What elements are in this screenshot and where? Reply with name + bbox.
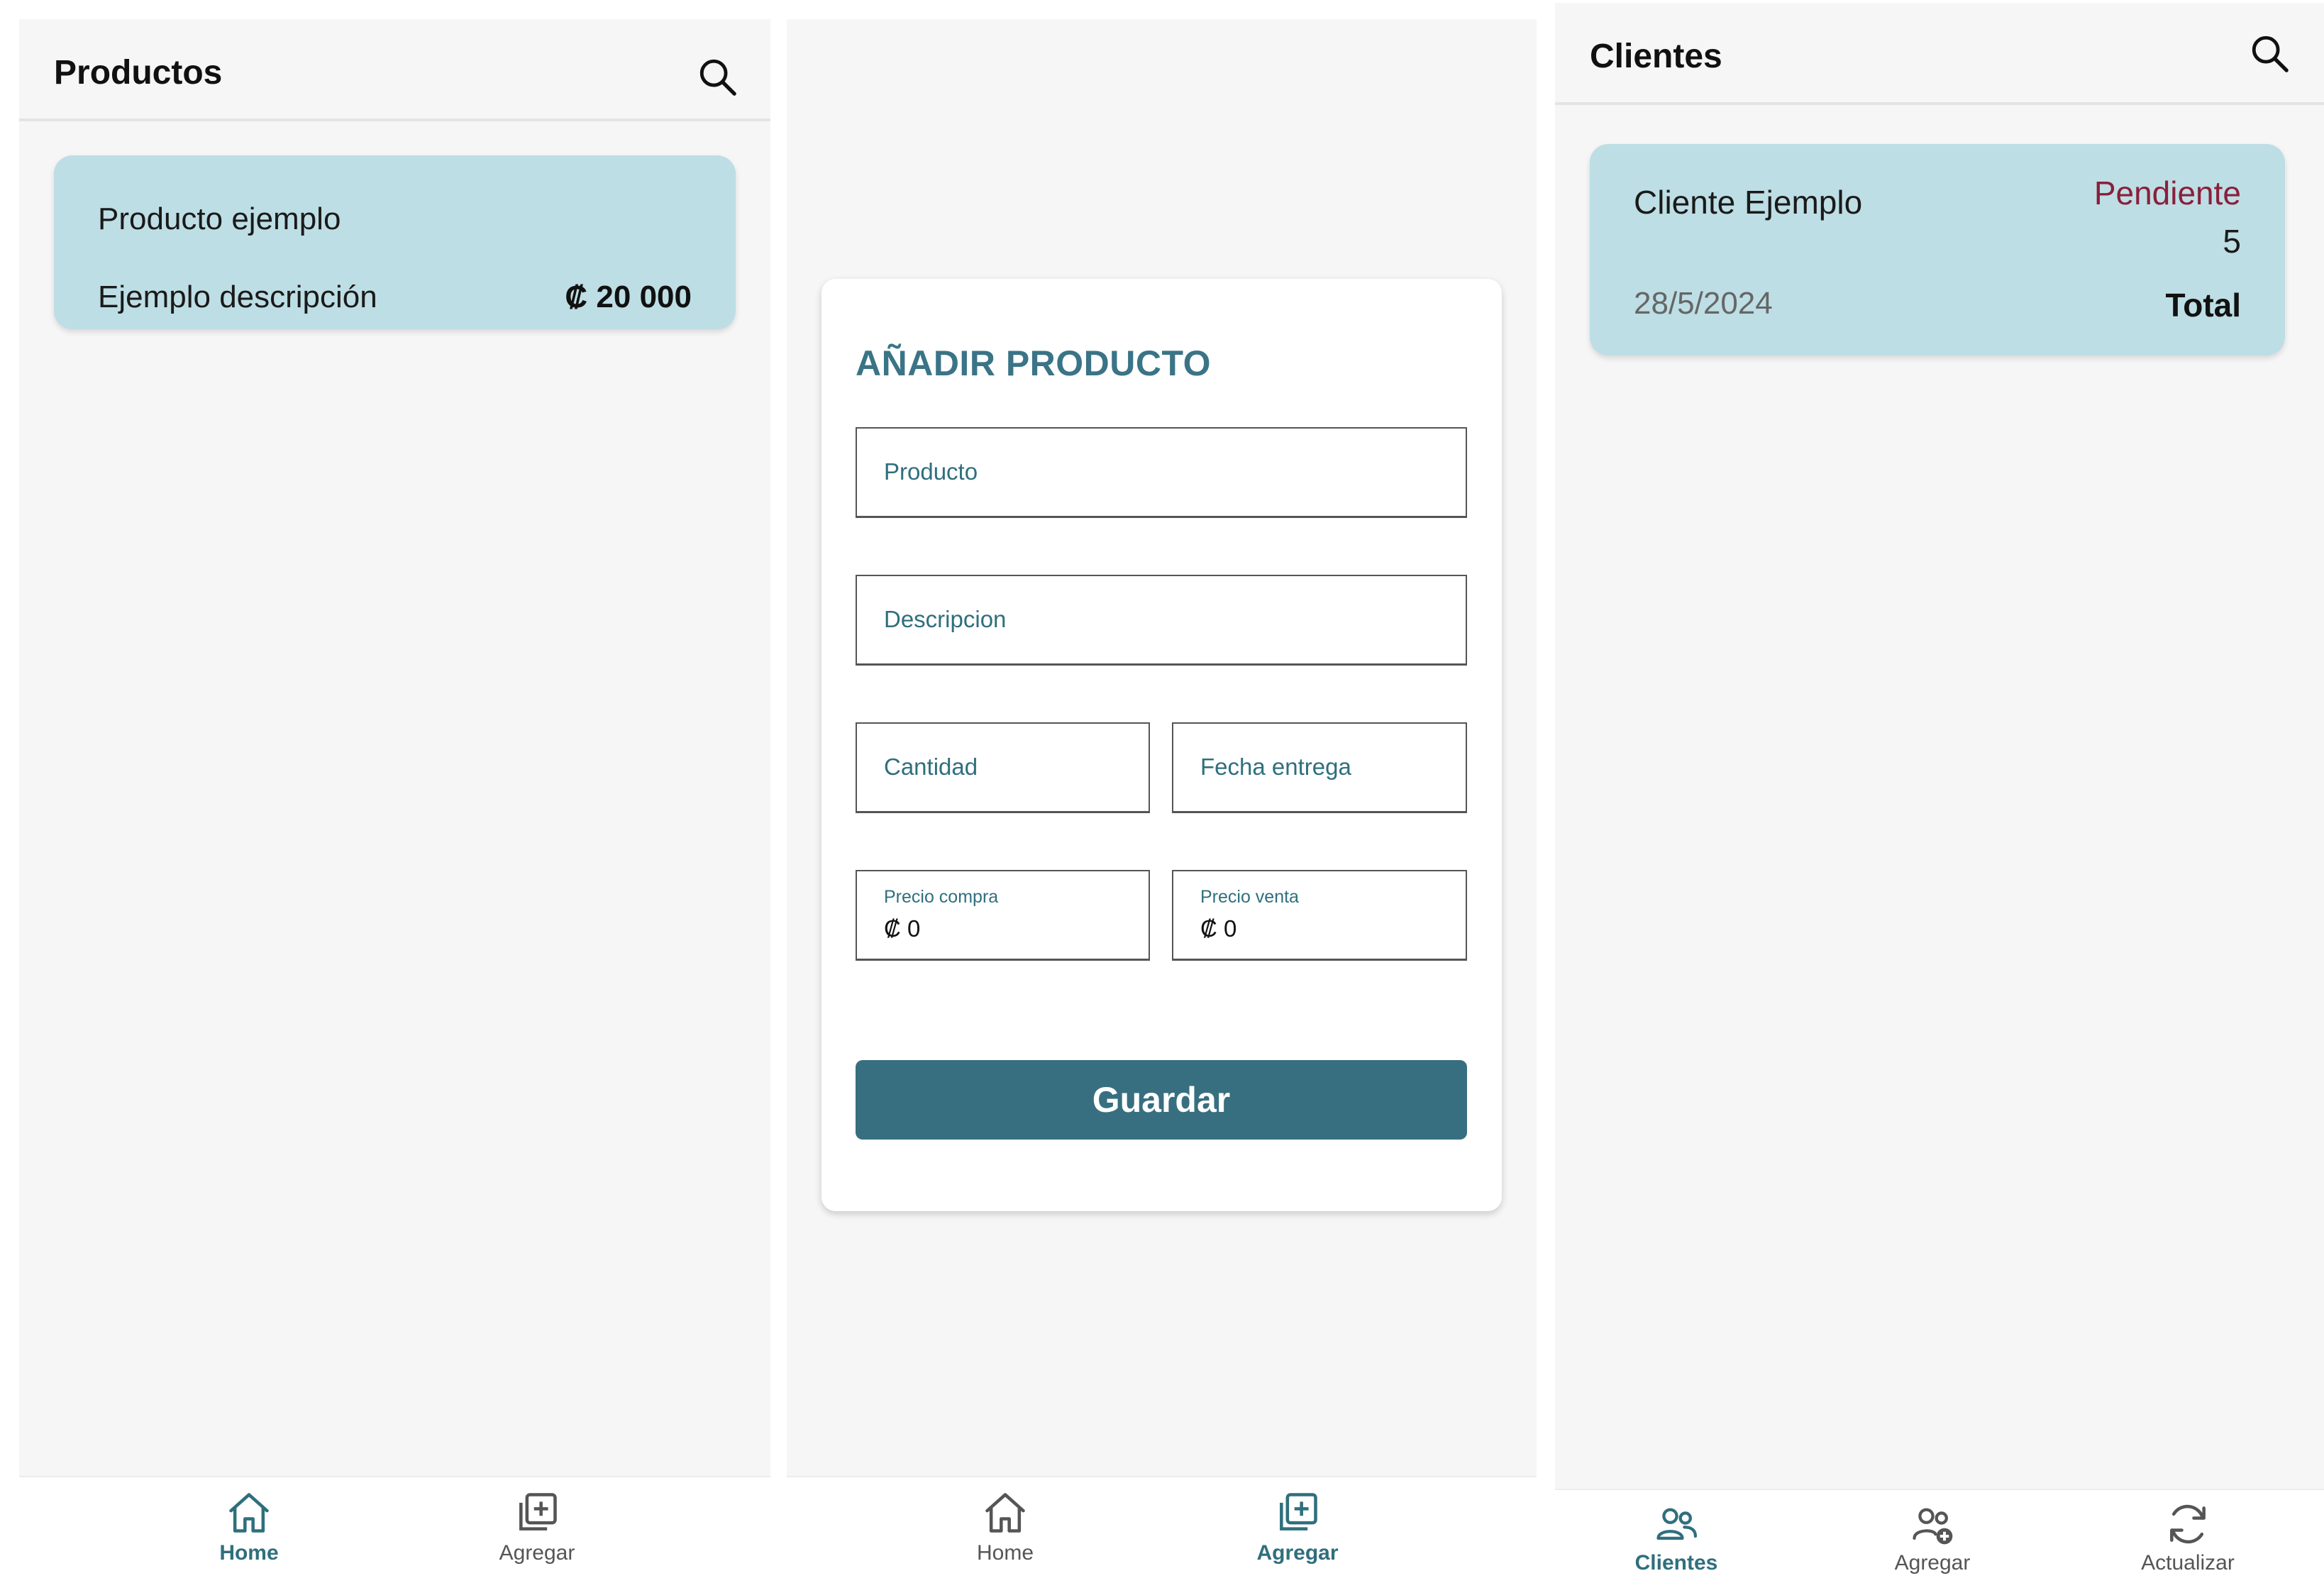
nav-agregar-label: Agregar	[1256, 1541, 1339, 1565]
add-product-screen: AÑADIR PRODUCTO Producto Descripcion Can…	[787, 19, 1537, 1588]
purchase-price-value: ₡ 0	[884, 915, 921, 942]
description-placeholder: Descripcion	[884, 606, 1007, 632]
client-card[interactable]: Cliente Ejemplo Pendiente 5 28/5/2024 To…	[1590, 144, 2285, 355]
client-count: 5	[2223, 223, 2241, 260]
product-price: ₡ 20 000	[565, 280, 692, 314]
search-icon[interactable]	[697, 56, 738, 97]
nav-clientes[interactable]: Clientes	[1584, 1490, 1769, 1588]
nav-clientes-label: Clientes	[1634, 1551, 1718, 1575]
add-box-icon	[1280, 1493, 1317, 1531]
nav-agregar[interactable]: Agregar	[1205, 1477, 1390, 1588]
add-product-form: AÑADIR PRODUCTO Producto Descripcion Can…	[821, 279, 1502, 1211]
bottom-navigation: Home Agregar	[19, 1476, 770, 1588]
sale-price-value: ₡ 0	[1200, 915, 1237, 942]
purchase-price-field[interactable]: Precio compra ₡ 0	[856, 870, 1150, 961]
client-date: 28/5/2024	[1634, 286, 1773, 321]
description-field[interactable]: Descripcion	[856, 575, 1467, 666]
people-icon	[1656, 1508, 1698, 1540]
bottom-navigation: Clientes Agregar Actualizar	[1555, 1489, 2324, 1588]
nav-agregar-label: Agregar	[1894, 1551, 1971, 1575]
status-badge: Pendiente	[2093, 175, 2241, 211]
product-card[interactable]: Producto ejemplo Ejemplo descripción ₡ 2…	[54, 155, 736, 329]
bottom-navigation: Home Agregar	[787, 1476, 1537, 1588]
page-title: Productos	[54, 54, 223, 92]
client-name: Cliente Ejemplo	[1634, 184, 1863, 221]
home-icon	[229, 1493, 269, 1533]
nav-agregar[interactable]: Agregar	[445, 1477, 629, 1588]
home-icon	[985, 1493, 1025, 1533]
nav-actualizar[interactable]: Actualizar	[2096, 1490, 2280, 1588]
form-title: AÑADIR PRODUCTO	[856, 343, 1212, 383]
search-icon[interactable]	[2249, 33, 2290, 74]
sale-price-field[interactable]: Precio venta ₡ 0	[1172, 870, 1467, 961]
nav-home-label: Home	[219, 1541, 279, 1565]
quantity-field[interactable]: Cantidad	[856, 722, 1150, 813]
nav-actualizar-label: Actualizar	[2141, 1551, 2235, 1575]
nav-agregar-label: Agregar	[499, 1541, 575, 1565]
nav-home[interactable]: Home	[913, 1477, 1097, 1588]
productos-app-bar: Productos	[19, 19, 770, 121]
clientes-app-bar: Clientes	[1555, 3, 2324, 105]
nav-home-label: Home	[976, 1541, 1034, 1565]
page-title: Clientes	[1590, 38, 1722, 75]
add-person-icon	[1913, 1508, 1953, 1545]
client-total-label: Total	[2165, 287, 2241, 324]
nav-agregar[interactable]: Agregar	[1840, 1490, 2025, 1588]
productos-screen: Productos Producto ejemplo Ejemplo descr…	[19, 19, 770, 1588]
product-name: Producto ejemplo	[98, 202, 341, 236]
clientes-screen: Clientes Cliente Ejemplo Pendiente 5 28/…	[1555, 3, 2324, 1588]
product-name-field[interactable]: Producto	[856, 427, 1467, 518]
delivery-date-field[interactable]: Fecha entrega	[1172, 722, 1467, 813]
refresh-icon	[2170, 1504, 2206, 1544]
sale-price-label: Precio venta	[1200, 887, 1299, 907]
add-box-icon	[519, 1493, 557, 1531]
quantity-placeholder: Cantidad	[884, 754, 978, 780]
purchase-price-label: Precio compra	[884, 887, 999, 907]
nav-home[interactable]: Home	[157, 1477, 341, 1588]
save-button[interactable]: Guardar	[856, 1060, 1467, 1140]
product-description: Ejemplo descripción	[98, 280, 377, 314]
product-name-placeholder: Producto	[884, 458, 978, 485]
delivery-date-placeholder: Fecha entrega	[1200, 754, 1351, 780]
